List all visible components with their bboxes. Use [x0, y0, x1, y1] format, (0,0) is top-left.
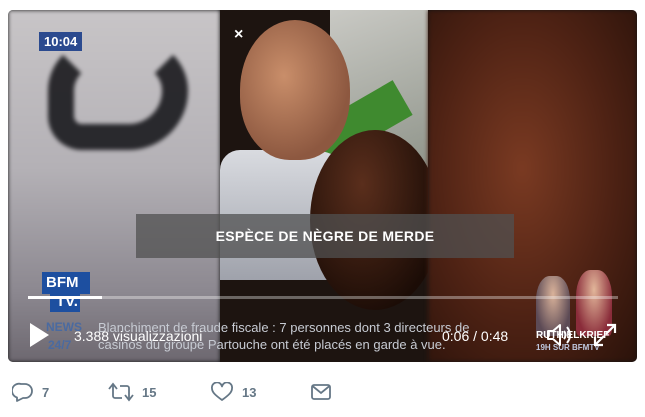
- like-count: 13: [242, 384, 257, 400]
- envelope-icon: [311, 384, 331, 400]
- channel-logo-line2: TV.: [50, 292, 80, 312]
- reply-button[interactable]: 7: [12, 380, 49, 404]
- progress-bar[interactable]: [28, 296, 618, 299]
- direct-message-button[interactable]: [310, 380, 340, 404]
- reply-icon: [12, 382, 33, 402]
- volume-button[interactable]: [546, 322, 574, 348]
- fullscreen-icon: [593, 323, 617, 347]
- heart-icon: [211, 382, 233, 401]
- channel-logo: BFM TV.: [42, 272, 90, 312]
- close-icon: ×: [234, 26, 244, 43]
- video-center-footage: [220, 10, 428, 362]
- video-blur-left: [8, 10, 220, 362]
- retweet-icon: [108, 382, 134, 402]
- view-count: 3.388 visualizzazioni: [74, 328, 203, 344]
- progress-fill: [28, 296, 102, 299]
- fullscreen-button[interactable]: [592, 322, 618, 348]
- channel-logo-line1: BFM: [42, 272, 90, 294]
- like-button[interactable]: 13: [210, 380, 256, 404]
- time-readout: 0:06 / 0:48: [442, 328, 509, 344]
- clock-badge: 10:04: [39, 32, 83, 51]
- reply-count: 7: [42, 384, 50, 400]
- tweet-actions: 7 15 13: [0, 376, 645, 410]
- retweet-button[interactable]: 15: [108, 380, 156, 404]
- play-button[interactable]: [28, 322, 50, 348]
- retweet-count: 15: [142, 384, 157, 400]
- video-player[interactable]: 10:04 × ESPÈCE DE NÈGRE DE MERDE BFM TV.…: [8, 10, 637, 362]
- tweet-card: 10:04 × ESPÈCE DE NÈGRE DE MERDE BFM TV.…: [0, 0, 645, 417]
- play-icon: [30, 323, 49, 347]
- ticker-label-247: 24/7: [48, 338, 72, 352]
- video-subtitle: ESPÈCE DE NÈGRE DE MERDE: [136, 214, 514, 258]
- volume-icon: [547, 324, 571, 346]
